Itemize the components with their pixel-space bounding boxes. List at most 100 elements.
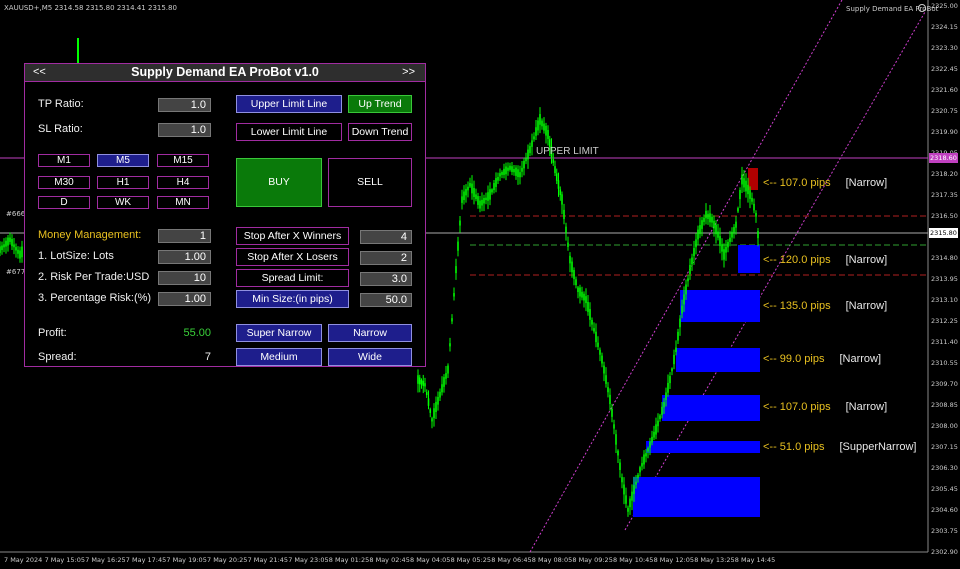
candle-body xyxy=(519,172,521,178)
candle-body xyxy=(467,186,469,191)
candle-body xyxy=(687,278,689,282)
panel-titlebar[interactable]: << Supply Demand EA ProBot v1.0 >> xyxy=(25,64,425,82)
tf-m30-button[interactable]: M30 xyxy=(38,176,90,189)
candle-body xyxy=(537,120,539,131)
candle-body xyxy=(661,406,663,415)
candle-body xyxy=(453,293,455,297)
tf-m5-button[interactable]: M5 xyxy=(97,154,149,167)
candle-body xyxy=(643,454,645,465)
sl-ratio-input[interactable]: 1.0 xyxy=(158,123,211,137)
time-tick-label: 8 May 13:25 xyxy=(694,556,735,564)
candle-body xyxy=(601,355,603,364)
candle-body xyxy=(447,365,449,374)
demand-zone-4[interactable] xyxy=(662,395,760,421)
down-trend-button[interactable]: Down Trend xyxy=(348,123,412,141)
time-tick-label: 8 May 05:25 xyxy=(450,556,492,564)
candle-body xyxy=(523,160,525,169)
price-tick-label: 2310.55 xyxy=(931,359,958,368)
candle-body xyxy=(733,227,735,233)
tf-h4-button[interactable]: H4 xyxy=(157,176,209,189)
tf-m1-button[interactable]: M1 xyxy=(38,154,90,167)
buy-button[interactable]: BUY xyxy=(236,158,322,207)
candle-body xyxy=(591,319,593,325)
super-narrow-button[interactable]: Super Narrow xyxy=(236,324,322,342)
spread-label: Spread: xyxy=(38,351,77,363)
tf-h1-button[interactable]: H1 xyxy=(97,176,149,189)
tf-wk-button[interactable]: WK xyxy=(97,196,149,209)
candle-body xyxy=(635,481,637,485)
candle-body xyxy=(567,242,569,247)
stop-after-losers-button[interactable]: Stop After X Losers xyxy=(236,248,349,266)
upper-limit-line-button[interactable]: Upper Limit Line xyxy=(236,95,342,113)
candle-body xyxy=(21,246,23,258)
demand-zone-5[interactable] xyxy=(646,441,760,453)
price-tick-label: 2321.60 xyxy=(931,86,958,95)
candle-body xyxy=(621,477,623,483)
candle-body xyxy=(697,229,699,240)
candle-body xyxy=(699,225,701,234)
min-size-button[interactable]: Min Size:(in pips) xyxy=(236,290,349,308)
narrow-button[interactable]: Narrow xyxy=(328,324,412,342)
risk-per-trade-input[interactable]: 10 xyxy=(158,271,211,285)
ea-panel[interactable]: << Supply Demand EA ProBot v1.0 >> TP Ra… xyxy=(24,63,426,367)
lot-size-input[interactable]: 1.00 xyxy=(158,250,211,264)
lower-limit-line-button[interactable]: Lower Limit Line xyxy=(236,123,342,141)
zone-label: <-- 107.0 pips [Narrow] xyxy=(763,401,888,413)
candle-body xyxy=(499,173,501,177)
candle-body xyxy=(552,159,555,163)
candle-body xyxy=(675,347,677,352)
demand-zone-6[interactable] xyxy=(633,477,760,517)
price-tick-label: 2314.80 xyxy=(931,254,958,263)
candle-body xyxy=(501,171,503,175)
demand-zone-2[interactable] xyxy=(680,290,760,322)
candle-body xyxy=(633,485,635,494)
candle-body xyxy=(513,169,515,173)
candle-body xyxy=(755,212,757,217)
price-tick-label: 2307.15 xyxy=(931,443,958,452)
stop-after-winners-input[interactable]: 4 xyxy=(360,230,412,244)
candle-body xyxy=(7,237,9,246)
candle-body xyxy=(629,498,631,508)
candle-body xyxy=(611,408,613,417)
spread-limit-input[interactable]: 3.0 xyxy=(360,272,412,286)
demand-zone-3[interactable] xyxy=(676,348,760,372)
candle-body xyxy=(753,203,755,211)
price-tick-label: 2312.25 xyxy=(931,317,958,326)
time-tick-label: 7 May 23:05 xyxy=(288,556,329,564)
candle-body xyxy=(627,507,629,512)
candle-body xyxy=(587,301,589,312)
tf-m15-button[interactable]: M15 xyxy=(157,154,209,167)
candle-body xyxy=(731,231,733,238)
candle-body xyxy=(607,387,609,393)
candle-body xyxy=(493,183,495,191)
price-tick-label: 2309.70 xyxy=(931,380,958,389)
tp-ratio-input[interactable]: 1.0 xyxy=(158,98,211,112)
demand-zone-1[interactable] xyxy=(738,245,760,273)
time-tick-label: 7 May 19:05 xyxy=(166,556,207,564)
percentage-risk-input[interactable]: 1.00 xyxy=(158,292,211,306)
up-trend-button[interactable]: Up Trend xyxy=(348,95,412,113)
candle-body xyxy=(653,431,655,438)
candle-body xyxy=(11,239,13,247)
stop-after-winners-button[interactable]: Stop After X Winners xyxy=(236,227,349,245)
medium-button[interactable]: Medium xyxy=(236,348,322,366)
candle-body xyxy=(583,293,585,301)
nav-next-button[interactable]: >> xyxy=(402,66,415,78)
money-management-input[interactable]: 1 xyxy=(158,229,211,243)
candle-body xyxy=(539,114,541,125)
candle-body xyxy=(431,418,433,422)
candle-body xyxy=(427,398,430,406)
stop-after-losers-input[interactable]: 2 xyxy=(360,251,412,265)
tf-d-button[interactable]: D xyxy=(38,196,90,209)
candle-body xyxy=(563,209,565,220)
candle-body xyxy=(1,245,3,250)
tp-ratio-label: TP Ratio: xyxy=(38,98,84,110)
wide-button[interactable]: Wide xyxy=(328,348,412,366)
tf-mn-button[interactable]: MN xyxy=(157,196,209,209)
candle-body xyxy=(679,318,681,328)
min-size-input[interactable]: 50.0 xyxy=(360,293,412,307)
candle-body xyxy=(735,221,737,228)
spread-limit-button[interactable]: Spread Limit: xyxy=(236,269,349,287)
candle-body xyxy=(597,342,599,347)
sell-button[interactable]: SELL xyxy=(328,158,412,207)
